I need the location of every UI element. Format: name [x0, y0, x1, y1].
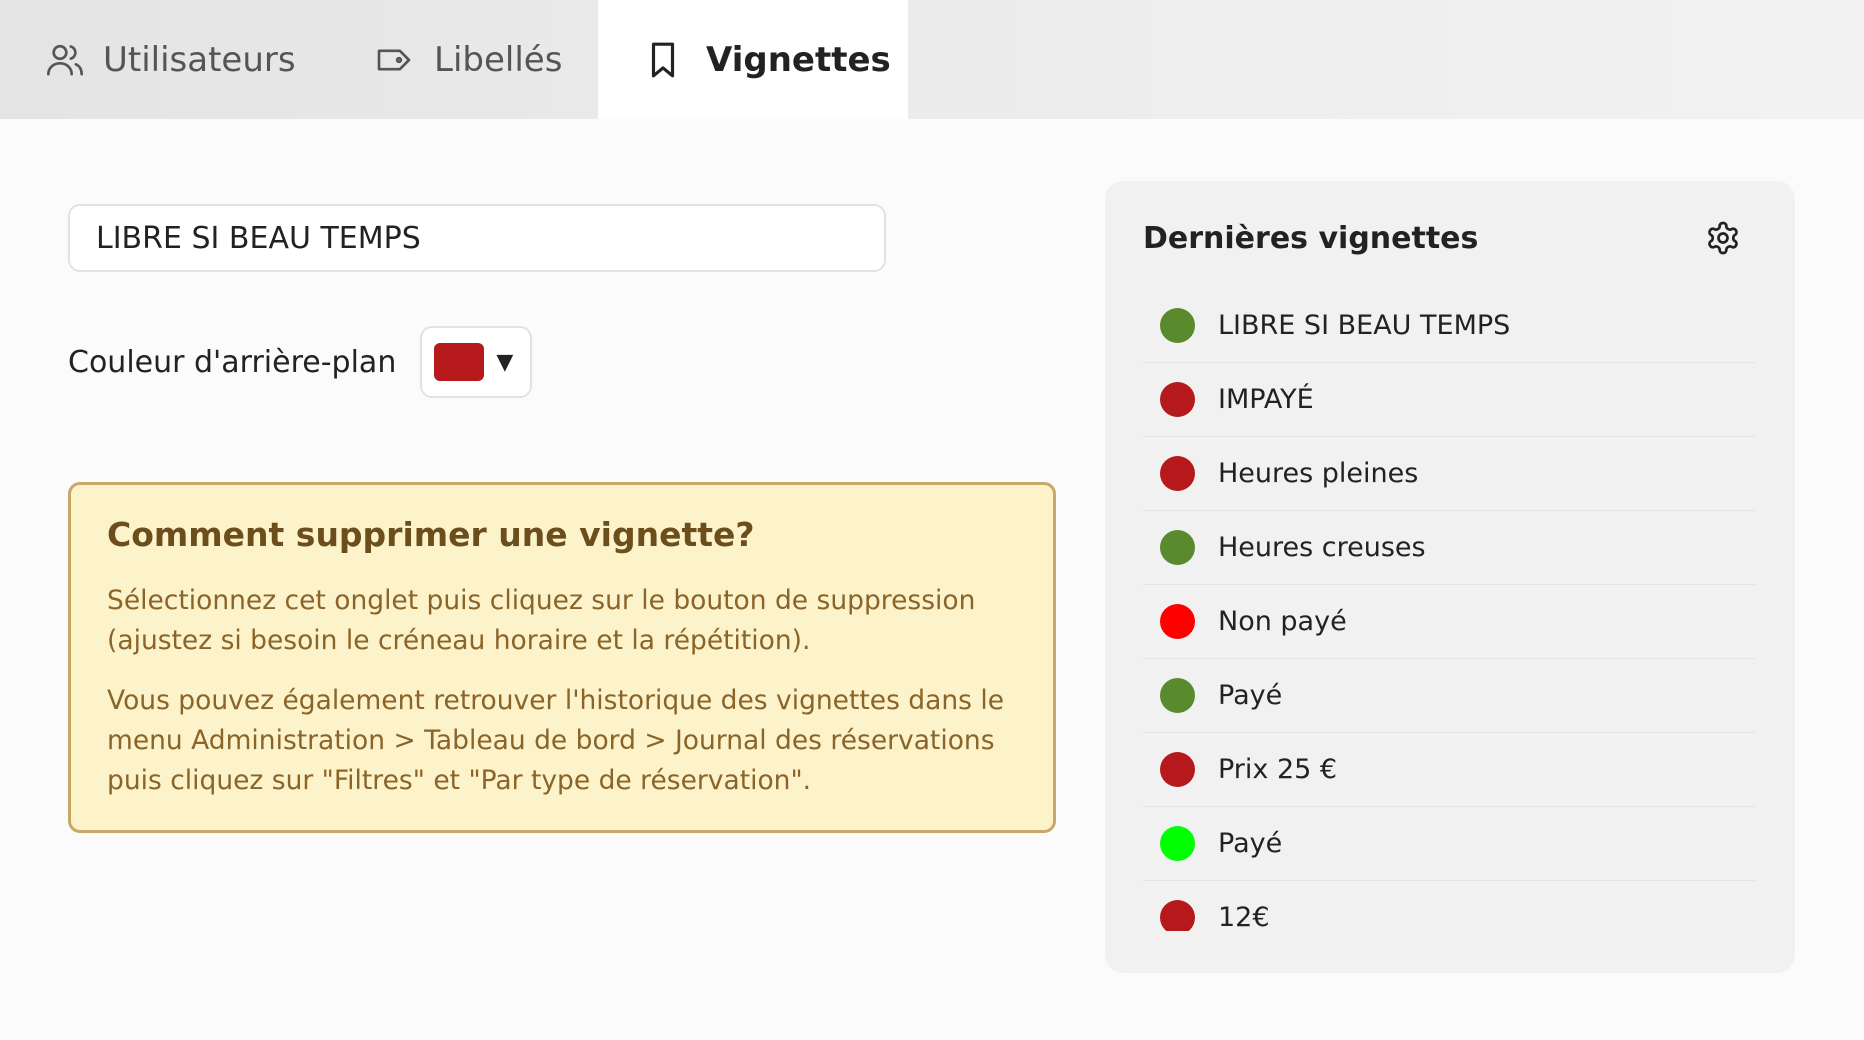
color-dot	[1160, 456, 1195, 491]
recent-vignette-item[interactable]: Payé	[1143, 659, 1755, 733]
recent-vignette-label: Prix 25 €	[1218, 754, 1338, 785]
color-swatch	[434, 343, 485, 381]
recent-vignettes-title: Dernières vignettes	[1143, 221, 1479, 256]
color-dot	[1160, 900, 1195, 931]
tab-labels[interactable]: Libellés	[374, 0, 562, 119]
tab-users[interactable]: Utilisateurs	[45, 0, 296, 119]
gear-icon[interactable]	[1705, 220, 1741, 256]
recent-vignette-item[interactable]: Non payé	[1143, 585, 1755, 659]
help-box: Comment supprimer une vignette? Sélectio…	[68, 482, 1056, 833]
tag-icon	[374, 40, 414, 80]
recent-vignette-item[interactable]: LIBRE SI BEAU TEMPS	[1143, 289, 1755, 363]
color-dot	[1160, 382, 1195, 417]
tab-users-label: Utilisateurs	[103, 39, 296, 80]
background-color-label: Couleur d'arrière-plan	[68, 344, 397, 380]
color-dot	[1160, 678, 1195, 713]
tab-bar: Utilisateurs Libellés Vignettes	[0, 0, 1864, 119]
caret-down-icon: ▼	[496, 349, 514, 375]
help-title: Comment supprimer une vignette?	[107, 515, 755, 554]
recent-vignette-label: Heures pleines	[1218, 458, 1419, 489]
background-color-picker[interactable]: ▼	[420, 326, 533, 398]
color-dot	[1160, 752, 1195, 787]
vignette-name-input[interactable]	[68, 204, 886, 272]
recent-vignette-label: LIBRE SI BEAU TEMPS	[1218, 310, 1511, 341]
recent-vignettes-panel: Dernières vignettes LIBRE SI BEAU TEMPS I…	[1105, 181, 1795, 973]
recent-vignette-item[interactable]: Payé	[1143, 807, 1755, 881]
recent-vignette-label: IMPAYÉ	[1218, 384, 1314, 415]
recent-vignette-item[interactable]: Heures pleines	[1143, 437, 1755, 511]
recent-vignette-item[interactable]: Heures creuses	[1143, 511, 1755, 585]
recent-vignette-label: Non payé	[1218, 606, 1347, 637]
help-paragraph-1: Sélectionnez cet onglet puis cliquez sur…	[107, 584, 976, 656]
users-icon	[45, 40, 85, 80]
color-dot	[1160, 530, 1195, 565]
recent-vignette-label: 12€	[1218, 902, 1270, 931]
recent-vignette-item[interactable]: Prix 25 €	[1143, 733, 1755, 807]
recent-vignette-item[interactable]: IMPAYÉ	[1143, 363, 1755, 437]
color-dot	[1160, 308, 1195, 343]
recent-vignette-label: Heures creuses	[1218, 532, 1426, 563]
recent-vignettes-list: LIBRE SI BEAU TEMPS IMPAYÉ Heures pleines H…	[1143, 289, 1755, 931]
recent-vignette-item[interactable]: 12€	[1143, 881, 1755, 931]
recent-vignette-label: Payé	[1218, 828, 1283, 859]
bookmark-icon	[646, 41, 680, 79]
tab-vignettes-label: Vignettes	[706, 39, 891, 80]
tab-labels-label: Libellés	[434, 39, 563, 80]
color-dot	[1160, 604, 1195, 639]
tab-vignettes[interactable]: Vignettes	[646, 0, 891, 119]
help-paragraph-2: Vous pouvez également retrouver l'histor…	[107, 684, 1005, 796]
background-color-row: Couleur d'arrière-plan ▼	[68, 326, 533, 398]
color-dot	[1160, 826, 1195, 861]
recent-vignette-label: Payé	[1218, 680, 1283, 711]
